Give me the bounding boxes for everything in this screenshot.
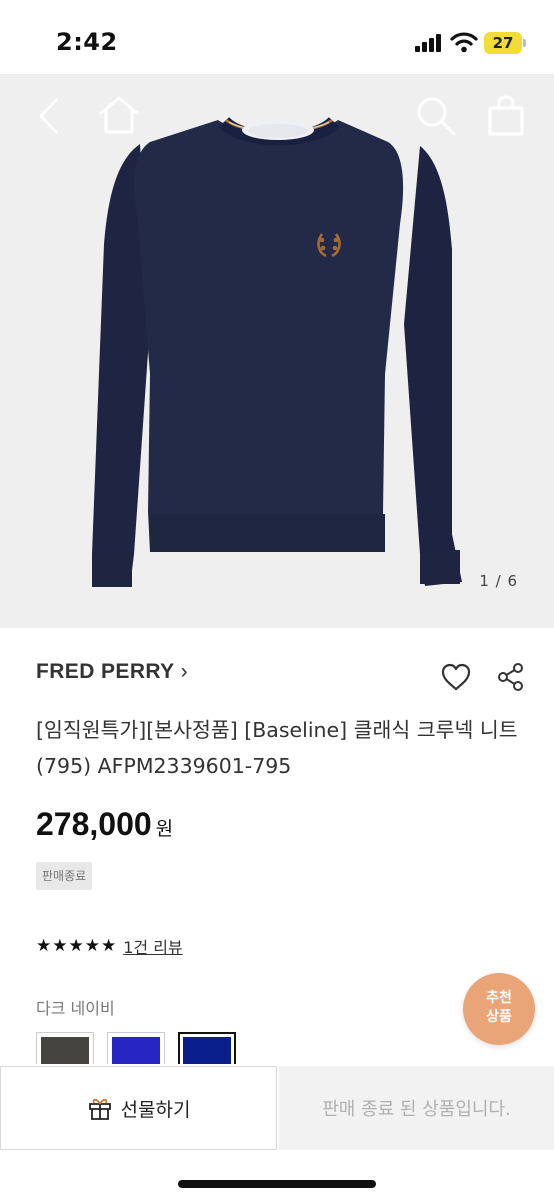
heart-icon[interactable] — [440, 662, 472, 692]
recommended-products-button[interactable]: 추천 상품 — [463, 973, 535, 1045]
price-currency: 원 — [155, 818, 174, 840]
back-icon[interactable] — [36, 94, 60, 138]
image-counter: 1 / 6 — [479, 572, 518, 590]
gift-icon — [88, 1098, 111, 1120]
home-icon[interactable] — [96, 94, 142, 138]
status-bar: 2:42 27 — [0, 0, 554, 74]
rating-row: ★★★★★ 1건 리뷰 — [36, 934, 183, 958]
cellular-signal-icon — [415, 34, 443, 52]
gift-label: 선물하기 — [120, 1098, 191, 1121]
search-icon[interactable] — [414, 94, 458, 138]
chevron-right-icon: › — [180, 660, 188, 683]
product-price: 278,000 원 — [36, 806, 173, 843]
status-badge: 판매종료 — [36, 862, 93, 890]
sold-out-label: 판매 종료 된 상품입니다. — [322, 1099, 511, 1120]
status-time: 2:42 — [56, 28, 118, 56]
price-value: 278,000 — [36, 806, 152, 842]
star-rating-icon: ★★★★★ — [36, 936, 118, 956]
sold-out-button: 판매 종료 된 상품입니다. — [279, 1066, 554, 1150]
recommend-line-1: 추천 — [486, 990, 512, 1006]
gift-button[interactable]: 선물하기 — [0, 1066, 277, 1150]
color-name: 다크 네이비 — [36, 999, 115, 1018]
product-title: [임직원특가][본사정품] [Baseline] 클래식 크루넥 니트 (795… — [36, 718, 518, 778]
recommend-line-2: 상품 — [486, 1009, 512, 1025]
brand-link[interactable]: FRED PERRY › — [36, 660, 188, 684]
battery-indicator: 27 — [484, 32, 526, 54]
bottom-action-bar: 선물하기 판매 종료 된 상품입니다. — [0, 1064, 554, 1200]
shopping-bag-icon[interactable] — [486, 94, 526, 138]
share-icon[interactable] — [496, 662, 526, 692]
review-link[interactable]: 1건 리뷰 — [123, 934, 182, 958]
brand-name: FRED PERRY — [36, 660, 175, 683]
wifi-icon — [450, 32, 478, 53]
home-indicator — [178, 1180, 376, 1188]
product-image — [92, 116, 462, 587]
product-image-gallery[interactable]: 1 / 6 — [0, 74, 554, 628]
